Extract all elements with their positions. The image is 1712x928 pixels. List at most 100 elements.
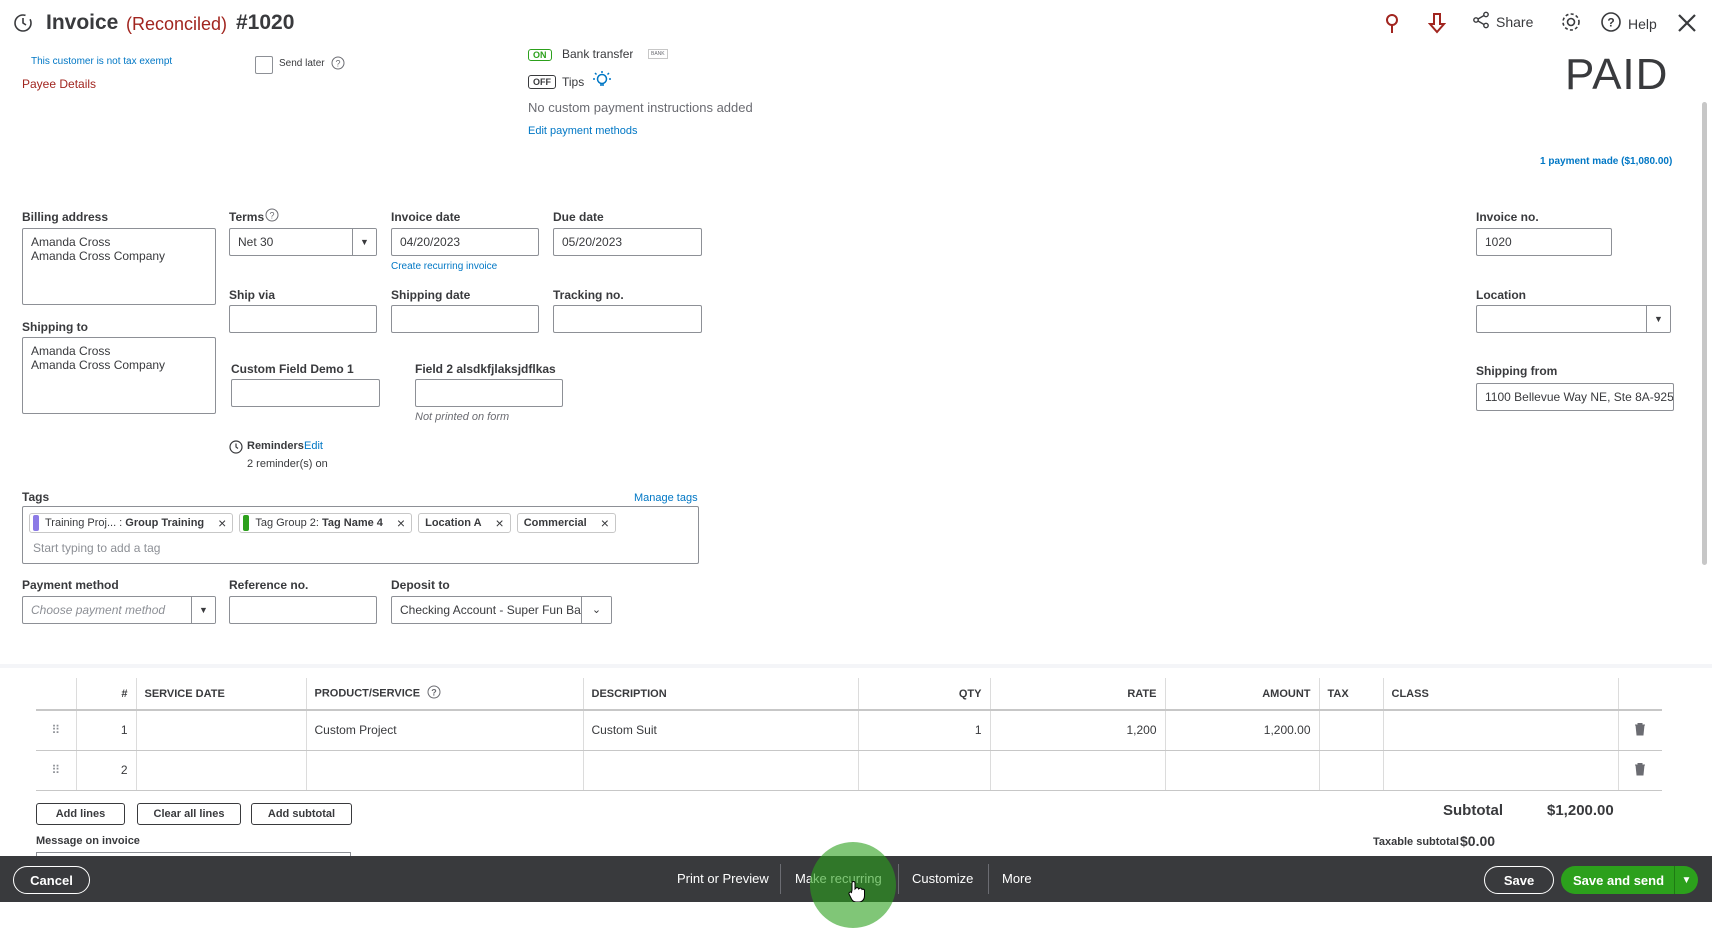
product-cell[interactable] bbox=[305, 750, 583, 791]
create-recurring-link[interactable]: Create recurring invoice bbox=[391, 261, 497, 272]
product-info-icon[interactable]: ? bbox=[427, 685, 441, 702]
class-cell[interactable] bbox=[1382, 710, 1618, 751]
add-subtotal-button[interactable]: Add subtotal bbox=[251, 803, 352, 825]
reminders-edit-link[interactable]: Edit bbox=[304, 440, 323, 452]
invoice-no-field[interactable]: 1020 bbox=[1476, 228, 1612, 256]
tips-toggle[interactable]: OFF bbox=[528, 75, 556, 89]
save-and-send-label: Save and send bbox=[1573, 872, 1665, 888]
invoice-date-field[interactable]: 04/20/2023 bbox=[391, 228, 539, 256]
tag-name: Commercial bbox=[523, 517, 587, 529]
save-button[interactable]: Save bbox=[1484, 866, 1554, 894]
shipping-to-field[interactable]: Amanda Cross Amanda Cross Company bbox=[22, 337, 216, 414]
billing-address-field[interactable]: Amanda Cross Amanda Cross Company bbox=[22, 228, 216, 305]
custom-field1-input[interactable] bbox=[231, 379, 380, 407]
scrollbar-thumb[interactable] bbox=[1702, 102, 1707, 565]
payment-made-link[interactable]: 1 payment made ($1,080.00) bbox=[1540, 156, 1672, 167]
history-icon[interactable] bbox=[12, 12, 34, 39]
chevron-down-icon[interactable]: ▼ bbox=[1674, 866, 1698, 894]
rate-cell[interactable]: 1,200 bbox=[989, 710, 1165, 751]
custom-field2-input[interactable] bbox=[415, 379, 563, 407]
remove-tag-icon[interactable]: × bbox=[397, 515, 405, 531]
tracking-label: Tracking no. bbox=[553, 288, 624, 302]
tag-chip[interactable]: Tag Group 2: Tag Name 4 × bbox=[239, 513, 413, 533]
lightbulb-icon[interactable] bbox=[592, 70, 612, 95]
taxable-subtotal-value: $0.00 bbox=[1460, 833, 1496, 849]
due-date-field[interactable]: 05/20/2023 bbox=[553, 228, 702, 256]
terms-select[interactable]: Net 30 ▼ bbox=[229, 228, 377, 256]
col-header: CLASS bbox=[1382, 678, 1618, 711]
payee-details-link[interactable]: Payee Details bbox=[22, 77, 96, 91]
col-header: # bbox=[75, 678, 136, 711]
tax-cell[interactable] bbox=[1318, 710, 1383, 751]
not-printed-note: Not printed on form bbox=[415, 411, 510, 423]
tag-chip[interactable]: Location A × bbox=[418, 513, 511, 533]
drag-handle-icon[interactable]: ⠿ bbox=[36, 710, 76, 751]
qty-cell[interactable] bbox=[857, 750, 990, 791]
cancel-button[interactable]: Cancel bbox=[13, 866, 90, 894]
location-select[interactable]: ▼ bbox=[1476, 305, 1671, 333]
table-row[interactable]: ⠿ 1 Custom Project Custom Suit 1 1,200 1… bbox=[36, 710, 1662, 751]
tag-name: Location A bbox=[425, 517, 482, 529]
save-and-send-button[interactable]: Save and send ▼ bbox=[1561, 866, 1698, 894]
ship-via-field[interactable] bbox=[229, 305, 377, 333]
close-icon[interactable] bbox=[1676, 12, 1698, 39]
svg-text:?: ? bbox=[269, 211, 274, 221]
clock-icon bbox=[229, 440, 243, 459]
trash-icon[interactable] bbox=[1617, 750, 1662, 791]
product-cell[interactable]: Custom Project bbox=[305, 710, 583, 751]
deposit-select[interactable]: Checking Account - Super Fun Ba ⌄ bbox=[391, 596, 612, 624]
col-header: PRODUCT/SERVICE ? bbox=[305, 678, 583, 711]
payment-method-select[interactable]: Choose payment method ▼ bbox=[22, 596, 216, 624]
shipping-from-field[interactable]: 1100 Bellevue Way NE, Ste 8A-925 bbox=[1476, 383, 1674, 411]
amount-cell[interactable] bbox=[1164, 750, 1319, 791]
col-header: QTY bbox=[857, 678, 990, 711]
gear-icon[interactable] bbox=[1560, 11, 1582, 38]
tags-input[interactable]: Training Proj... : Group Training × Tag Gr… bbox=[22, 506, 699, 564]
bank-transfer-label: Bank transfer bbox=[562, 48, 634, 60]
tag-chip[interactable]: Training Proj... : Group Training × bbox=[29, 513, 234, 533]
print-preview-button[interactable]: Print or Preview bbox=[677, 871, 769, 886]
billing-line: Amanda Cross bbox=[31, 235, 111, 249]
download-icon[interactable] bbox=[1427, 12, 1447, 39]
shipping-date-field[interactable] bbox=[391, 305, 539, 333]
remove-tag-icon[interactable]: × bbox=[218, 515, 226, 531]
edit-payment-methods-link[interactable]: Edit payment methods bbox=[528, 125, 637, 137]
amount-cell[interactable]: 1,200.00 bbox=[1164, 710, 1319, 751]
tag-chip[interactable]: Commercial × bbox=[516, 513, 616, 533]
trash-icon[interactable] bbox=[1617, 710, 1662, 751]
payment-method-placeholder: Choose payment method bbox=[31, 603, 166, 617]
customize-button[interactable]: Customize bbox=[912, 871, 973, 886]
help-button[interactable]: ? Help bbox=[1600, 11, 1657, 36]
send-later-checkbox[interactable] bbox=[255, 56, 273, 74]
pin-icon[interactable] bbox=[1382, 12, 1402, 39]
info-icon[interactable]: ? bbox=[331, 56, 345, 75]
remove-tag-icon[interactable]: × bbox=[496, 515, 504, 531]
drag-handle-icon[interactable]: ⠿ bbox=[36, 750, 76, 791]
more-button[interactable]: More bbox=[1002, 871, 1032, 886]
reference-field[interactable] bbox=[229, 596, 377, 624]
ship-via-label: Ship via bbox=[229, 288, 276, 302]
terms-info-icon[interactable]: ? bbox=[265, 208, 279, 227]
share-button[interactable]: Share bbox=[1472, 11, 1533, 32]
col-header: SERVICE DATE bbox=[135, 678, 306, 711]
clear-lines-button[interactable]: Clear all lines bbox=[137, 803, 241, 825]
service-date-cell[interactable] bbox=[135, 710, 306, 751]
tracking-field[interactable] bbox=[553, 305, 702, 333]
service-date-cell[interactable] bbox=[135, 750, 306, 791]
no-instructions-text: No custom payment instructions added bbox=[528, 100, 753, 115]
add-lines-button[interactable]: Add lines bbox=[36, 803, 125, 825]
tax-cell[interactable] bbox=[1318, 750, 1383, 791]
rate-cell[interactable] bbox=[989, 750, 1165, 791]
deposit-value: Checking Account - Super Fun Ba bbox=[400, 603, 581, 617]
qty-cell[interactable]: 1 bbox=[857, 710, 990, 751]
reference-label: Reference no. bbox=[229, 578, 309, 592]
table-row[interactable]: ⠿ 2 bbox=[36, 750, 1662, 791]
line-items-table: # SERVICE DATE PRODUCT/SERVICE ? DESCRIP… bbox=[36, 678, 1662, 791]
description-cell[interactable] bbox=[582, 750, 858, 791]
bank-transfer-toggle[interactable]: ON bbox=[528, 49, 552, 61]
tags-label: Tags bbox=[22, 490, 50, 504]
manage-tags-link[interactable]: Manage tags bbox=[634, 492, 698, 504]
remove-tag-icon[interactable]: × bbox=[601, 515, 609, 531]
class-cell[interactable] bbox=[1382, 750, 1618, 791]
description-cell[interactable]: Custom Suit bbox=[582, 710, 858, 751]
